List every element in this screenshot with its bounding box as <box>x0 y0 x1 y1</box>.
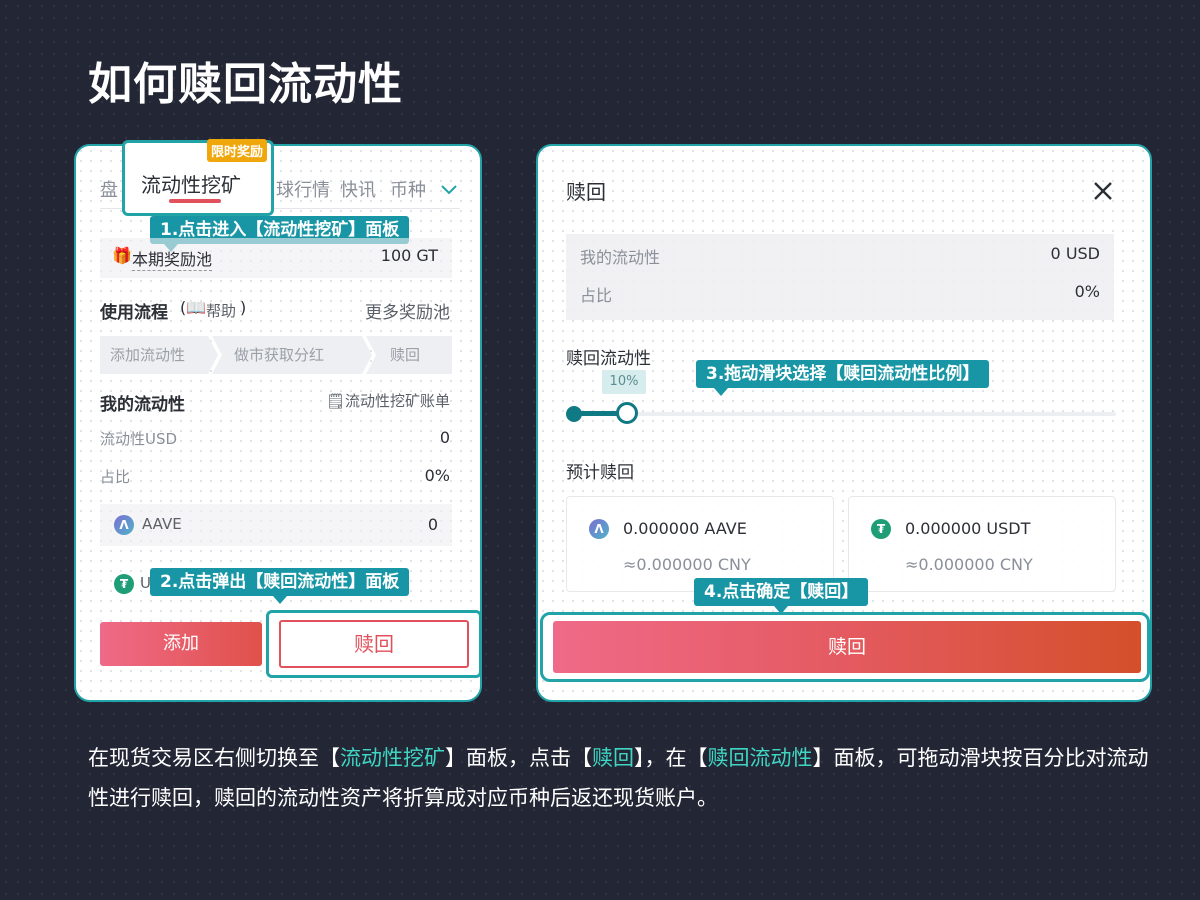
description-text: 在现货交易区右侧切换至【流动性挖矿】面板，点击【赎回】，在【赎回流动性】面板，可… <box>88 738 1158 818</box>
slider-start-dot <box>566 406 582 422</box>
my-liquidity-value: 0 USD <box>1050 244 1100 263</box>
tab-currency[interactable]: 币种 <box>390 176 426 202</box>
tab-news[interactable]: 快讯 <box>340 176 376 202</box>
usdt-icon: ₮ <box>114 574 134 594</box>
help-paren: ) <box>240 298 247 317</box>
confirm-button-highlight: 赎回 <box>540 612 1150 682</box>
add-button[interactable]: 添加 <box>100 622 262 666</box>
redeem-button[interactable]: 赎回 <box>279 620 469 668</box>
callout-step3: 3.拖动滑块选择【赎回流动性比例】 <box>696 360 990 396</box>
reward-pool-label: 本期奖励池 <box>132 246 213 271</box>
highlight-redeem: 赎回 <box>592 746 634 770</box>
aave-amount: 0.000000 AAVE <box>623 519 747 538</box>
ratio-value: 0% <box>424 466 450 485</box>
tab-liquidity-mining-label: 流动性挖矿 <box>141 173 241 197</box>
bill-icon: 🗒 <box>325 392 345 410</box>
my-liquidity-title: 我的流动性 <box>100 395 185 415</box>
bill-link-label: 流动性挖矿账单 <box>344 392 450 410</box>
usdt-icon: ₮ <box>871 519 891 539</box>
step-add-liquidity: 添加流动性 <box>100 336 218 374</box>
ratio-value: 0% <box>1074 282 1100 301</box>
description-part: 】，在【 <box>634 746 708 770</box>
aave-icon: Λ <box>589 519 609 539</box>
reward-pool-row: 🎁 本期奖励池 100 GT <box>100 238 452 278</box>
help-link[interactable]: 帮助 <box>206 300 236 321</box>
redeem-button-highlight: 赎回 <box>266 610 482 678</box>
close-icon[interactable] <box>1092 180 1114 202</box>
callout-step4: 4.点击确定【赎回】 <box>694 578 869 614</box>
more-pools-link[interactable]: 更多奖励池 <box>365 298 450 323</box>
aave-value: 0 <box>427 515 438 534</box>
redeem-panel-title: 赎回 <box>566 180 606 204</box>
aave-icon: Λ <box>114 515 134 535</box>
active-tab-indicator <box>169 199 221 203</box>
estimate-label: 预计赎回 <box>566 463 634 483</box>
redeem-liquidity-label: 赎回流动性 <box>566 349 651 369</box>
limited-reward-badge: 限时奖励 <box>207 139 268 162</box>
tab-pan[interactable]: 盘 <box>100 176 118 202</box>
process-steps: 添加流动性 做市获取分红 赎回 <box>100 336 452 374</box>
chevron-down-icon[interactable] <box>440 184 458 196</box>
redeem-slider-track[interactable] <box>572 412 1116 416</box>
highlight-redeem-liquidity: 赎回流动性 <box>707 746 813 770</box>
my-liquidity-summary: 我的流动性 0 USD 占比 0% <box>566 234 1114 320</box>
tab-global-market[interactable]: 球行情 <box>276 176 330 202</box>
my-liquidity-label: 我的流动性 <box>580 248 661 267</box>
reward-pool-value: 100 GT <box>380 246 438 265</box>
description-part: 在现货交易区右侧切换至【 <box>88 746 340 770</box>
tab-liquidity-mining[interactable]: 流动性挖矿 限时奖励 <box>122 139 274 216</box>
estimate-card-usdt: ₮ 0.000000 USDT ≈0.000000 CNY <box>848 496 1116 592</box>
liquidity-usd-label: 流动性USD <box>100 430 178 448</box>
redeem-liquidity-panel: 赎回 我的流动性 0 USD 占比 0% 赎回流动性 10% 3.拖动滑块选择【… <box>536 144 1152 702</box>
gift-icon: 🎁 <box>112 246 132 265</box>
confirm-redeem-button[interactable]: 赎回 <box>553 621 1141 673</box>
aave-label: AAVE <box>142 515 182 533</box>
description-part: 】面板，点击【 <box>445 746 592 770</box>
step-market-making: 做市获取分红 <box>212 336 372 374</box>
page-title: 如何赎回流动性 <box>88 59 403 110</box>
callout-step2: 2.点击弹出【赎回流动性】面板 <box>150 568 410 604</box>
redeem-slider-handle[interactable] <box>616 402 638 424</box>
liquidity-mining-panel: 盘 球行情 快讯 币种 流动性挖矿 限时奖励 1.点击进入【流动性挖矿】面板 🎁… <box>74 139 482 702</box>
aave-row: Λ AAVE 0 <box>100 504 452 546</box>
ratio-label: 占比 <box>100 468 131 486</box>
aave-cny: ≈0.000000 CNY <box>623 555 751 574</box>
bill-link[interactable]: 🗒流动性挖矿账单 <box>326 390 450 411</box>
step-redeem: 赎回 <box>366 336 452 374</box>
ratio-label: 占比 <box>580 286 613 305</box>
liquidity-usd-value: 0 <box>439 428 450 447</box>
book-icon: (📖 <box>180 298 207 317</box>
slider-percent-bubble: 10% <box>602 370 646 394</box>
process-title: 使用流程 <box>100 303 168 323</box>
highlight-liquidity-mining: 流动性挖矿 <box>340 746 445 770</box>
usdt-cny: ≈0.000000 CNY <box>905 555 1033 574</box>
usdt-amount: 0.000000 USDT <box>905 519 1031 538</box>
